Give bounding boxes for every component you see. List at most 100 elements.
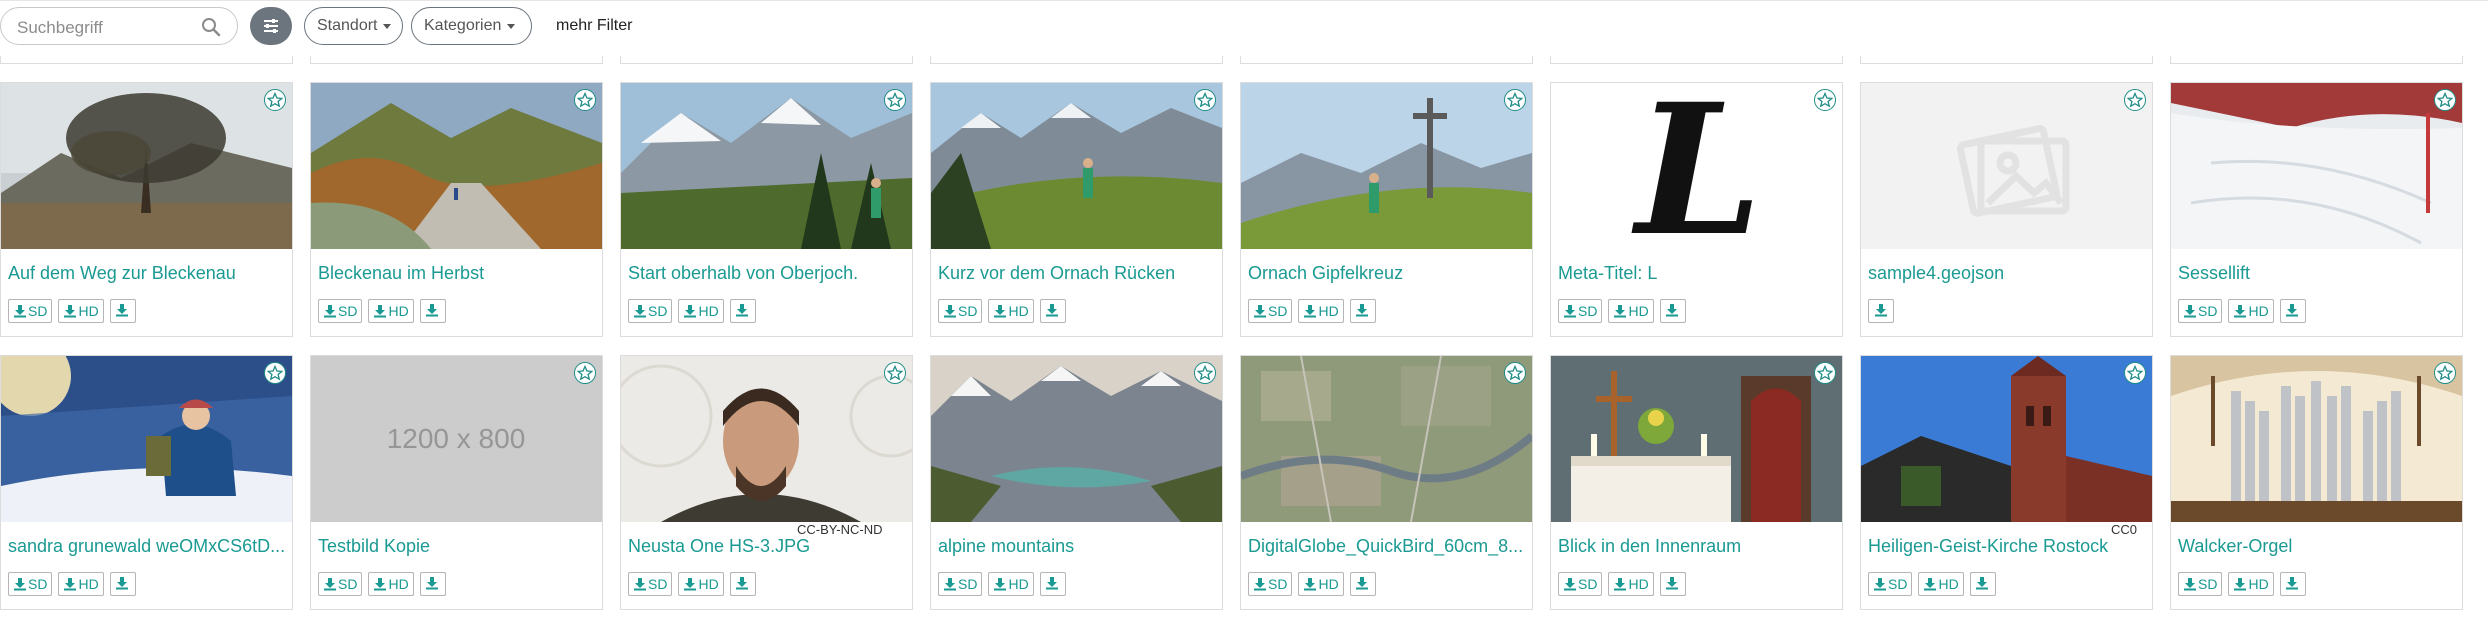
favorite-star-icon[interactable] [2124,89,2146,111]
download-hd-button[interactable]: HD [678,299,724,323]
download-button[interactable] [1969,572,1996,596]
download-hd-button[interactable]: HD [1608,572,1654,596]
download-hd-button[interactable]: HD [368,299,414,323]
media-card[interactable]: Sessellift SD HD [2170,82,2463,337]
standort-dropdown[interactable]: Standort [304,7,403,45]
download-button[interactable] [109,299,136,323]
favorite-star-icon[interactable] [1814,89,1836,111]
download-button[interactable] [419,299,446,323]
media-card[interactable]: 1200 x 800 Testbild Kopie SD HD [310,355,603,610]
media-card[interactable]: DigitalGlobe_QuickBird_60cm_8... SD HD [1240,355,1533,610]
favorite-star-icon[interactable] [1504,362,1526,384]
card-title[interactable]: Ornach Gipfelkreuz [1248,263,1526,284]
card-title[interactable]: DigitalGlobe_QuickBird_60cm_8... [1248,536,1526,557]
card-title[interactable]: Auf dem Weg zur Bleckenau [8,263,286,284]
favorite-star-icon[interactable] [2434,362,2456,384]
card-title[interactable]: sandra grunewald weOMxCS6tD... [8,536,286,557]
media-card[interactable]: Neusta One HS-3.JPG SD HD CC-BY-NC-ND [620,355,913,610]
download-sd-button[interactable]: SD [8,572,53,596]
media-card[interactable]: Heiligen-Geist-Kirche Rostock SD HD CC0 [1860,355,2153,610]
card-thumbnail[interactable] [931,83,1222,249]
card-thumbnail[interactable] [1861,356,2152,522]
media-card[interactable]: sandra grunewald weOMxCS6tD... SD HD [0,355,293,610]
card-thumbnail[interactable] [311,83,602,249]
favorite-star-icon[interactable] [1194,362,1216,384]
card-thumbnail[interactable] [621,83,912,249]
download-hd-button[interactable]: HD [58,572,104,596]
download-button[interactable] [1349,299,1376,323]
media-card[interactable]: Blick in den Innenraum SD HD [1550,355,1843,610]
download-button[interactable] [1349,572,1376,596]
card-thumbnail[interactable] [1861,83,2152,249]
card-thumbnail[interactable] [621,356,912,522]
card-thumbnail[interactable] [2171,83,2462,249]
download-sd-button[interactable]: SD [318,572,363,596]
media-card[interactable]: Ornach Gipfelkreuz SD HD [1240,82,1533,337]
media-card[interactable]: Auf dem Weg zur Bleckenau SD HD [0,82,293,337]
search-field[interactable] [0,7,238,45]
favorite-star-icon[interactable] [884,89,906,111]
favorite-star-icon[interactable] [574,362,596,384]
download-button[interactable] [109,572,136,596]
more-filter-link[interactable]: mehr Filter [556,17,632,35]
filter-settings-button[interactable] [250,7,292,45]
download-hd-button[interactable]: HD [58,299,104,323]
card-title[interactable]: Heiligen-Geist-Kirche Rostock [1868,536,2146,557]
card-title[interactable]: Start oberhalb von Oberjoch. [628,263,906,284]
download-sd-button[interactable]: SD [1558,299,1603,323]
favorite-star-icon[interactable] [264,362,286,384]
download-hd-button[interactable]: HD [368,572,414,596]
media-card[interactable]: Walcker-Orgel SD HD [2170,355,2463,610]
download-button[interactable] [729,299,756,323]
download-hd-button[interactable]: HD [678,572,724,596]
card-thumbnail[interactable] [1,83,292,249]
card-title[interactable]: Meta-Titel: L [1558,263,1836,284]
favorite-star-icon[interactable] [2124,362,2146,384]
download-sd-button[interactable]: SD [318,299,363,323]
kategorien-dropdown[interactable]: Kategorien [411,7,532,45]
download-button[interactable] [1868,299,1894,323]
card-title[interactable]: Kurz vor dem Ornach Rücken [938,263,1216,284]
download-sd-button[interactable]: SD [938,572,983,596]
card-title[interactable]: Testbild Kopie [318,536,596,557]
media-card[interactable]: Bleckenau im Herbst SD HD [310,82,603,337]
download-sd-button[interactable]: SD [1558,572,1603,596]
download-hd-button[interactable]: HD [1298,299,1344,323]
card-title[interactable]: Blick in den Innenraum [1558,536,1836,557]
card-thumbnail[interactable]: 1200 x 800 [311,356,602,522]
download-hd-button[interactable]: HD [988,299,1034,323]
download-sd-button[interactable]: SD [2178,572,2223,596]
card-thumbnail[interactable] [1551,356,1842,522]
download-sd-button[interactable]: SD [1248,299,1293,323]
card-thumbnail[interactable]: L [1551,83,1842,249]
download-button[interactable] [1039,572,1066,596]
download-button[interactable] [419,572,446,596]
download-button[interactable] [729,572,756,596]
download-hd-button[interactable]: HD [1608,299,1654,323]
download-button[interactable] [2279,299,2306,323]
card-thumbnail[interactable] [1241,83,1532,249]
download-hd-button[interactable]: HD [2228,572,2274,596]
favorite-star-icon[interactable] [884,362,906,384]
card-title[interactable]: Neusta One HS-3.JPG [628,536,906,557]
download-hd-button[interactable]: HD [1918,572,1964,596]
download-button[interactable] [1039,299,1066,323]
card-thumbnail[interactable] [2171,356,2462,522]
download-sd-button[interactable]: SD [628,572,673,596]
card-title[interactable]: alpine mountains [938,536,1216,557]
download-hd-button[interactable]: HD [988,572,1034,596]
favorite-star-icon[interactable] [1194,89,1216,111]
card-thumbnail[interactable] [931,356,1222,522]
favorite-star-icon[interactable] [264,89,286,111]
media-card[interactable]: sample4.geojson [1860,82,2153,337]
download-sd-button[interactable]: SD [8,299,53,323]
card-title[interactable]: Sessellift [2178,263,2456,284]
media-card[interactable]: alpine mountains SD HD [930,355,1223,610]
favorite-star-icon[interactable] [1504,89,1526,111]
download-sd-button[interactable]: SD [938,299,983,323]
card-thumbnail[interactable] [1,356,292,522]
favorite-star-icon[interactable] [1814,362,1836,384]
media-card[interactable]: L Meta-Titel: L SD HD [1550,82,1843,337]
download-hd-button[interactable]: HD [1298,572,1344,596]
favorite-star-icon[interactable] [574,89,596,111]
